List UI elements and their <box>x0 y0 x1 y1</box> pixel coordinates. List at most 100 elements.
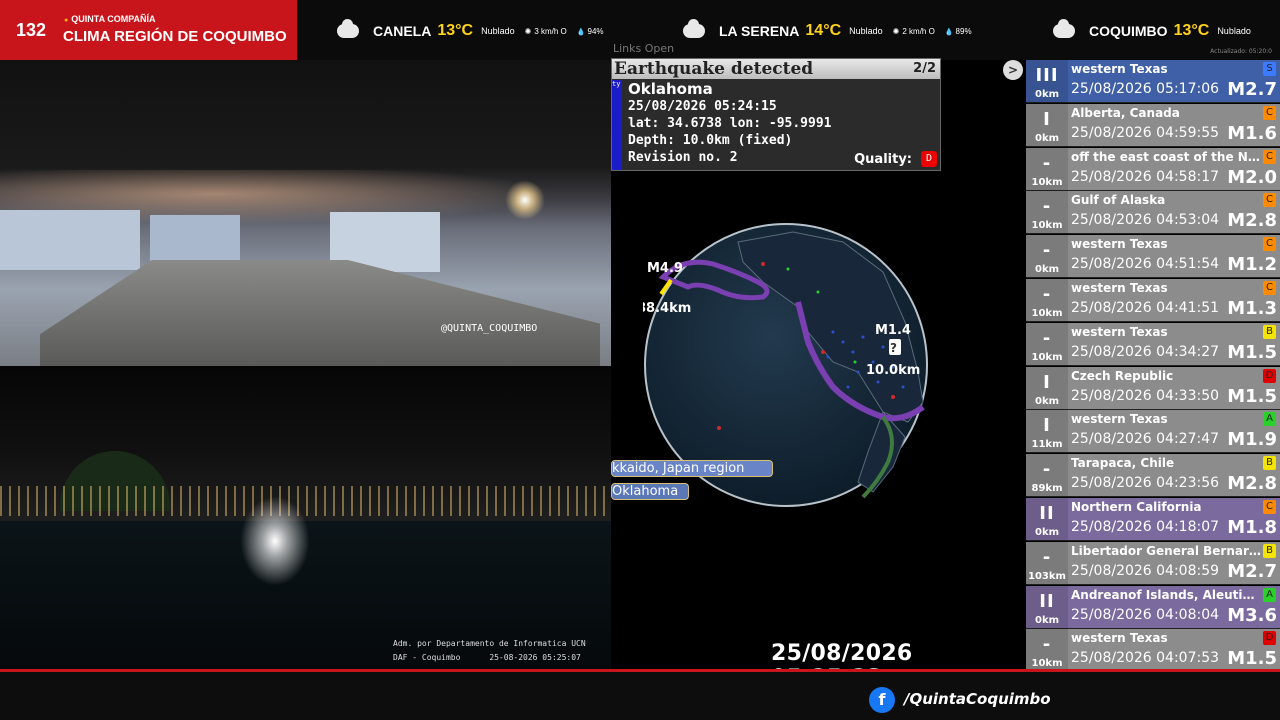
house <box>0 210 140 270</box>
camera-feed-harbor: Adm. por Departamento de Informatica UCN… <box>0 366 611 669</box>
intensity-bars: - <box>1042 152 1052 174</box>
quake-list-item[interactable]: II 0km Northern California 25/08/2026 04:18… <box>1026 498 1280 541</box>
earthquake-map-panel: Links Open Earthquake detected 2/2 ty Ok… <box>611 42 1025 691</box>
quake-magnitude: M1.6 <box>1227 122 1277 144</box>
facebook-icon[interactable]: f <box>869 687 895 713</box>
quake-region: Alberta, Canada <box>1071 105 1180 120</box>
cloud-icon <box>1053 19 1075 38</box>
alert-side-bar: ty <box>612 80 622 170</box>
intensity-bars: - <box>1042 546 1052 568</box>
region-tag-label: Oklahoma <box>612 484 679 499</box>
weather-condition: Nublado <box>849 26 883 36</box>
quake-depth: 103km <box>1028 570 1066 582</box>
intensity-bars: I <box>1043 371 1051 393</box>
alert-datetime: 25/08/2026 05:24:15 <box>628 99 777 114</box>
quality-grade-badge: C <box>1263 193 1276 208</box>
quake-time: 25/08/2026 04:58:17 <box>1071 168 1220 185</box>
label-depth-left: 88.4km <box>643 301 691 316</box>
quality-grade-badge: C <box>1263 149 1276 164</box>
street-lamp <box>505 180 545 220</box>
weather-coquimbo: COQUIMBO 13°C Nublado <box>1053 18 1261 44</box>
quake-list-item[interactable]: - 10km Gulf of Alaska 25/08/2026 04:53:04 M2… <box>1026 191 1280 235</box>
weather-canela: CANELA 13°C Nublado 3 km/h O 94% <box>337 18 634 44</box>
quake-list-item[interactable]: - 103km Libertador General Bernardo O'Higg… <box>1026 541 1280 585</box>
quake-region: Tarapaca, Chile <box>1071 456 1175 471</box>
facebook-handle[interactable]: /QuintaCoquimbo <box>904 690 1051 708</box>
light-glare <box>240 496 310 586</box>
quake-magnitude: M1.3 <box>1227 298 1277 319</box>
next-arrow-icon[interactable]: > <box>1003 60 1023 80</box>
weather-humidity: 94% <box>577 27 604 36</box>
weather-condition: Nublado <box>481 26 515 36</box>
quake-list-item[interactable]: III 0km western Texas 25/08/2026 05:17:06 M2… <box>1026 60 1280 103</box>
quake-region: western Texas <box>1071 62 1168 76</box>
quake-list-item[interactable]: - 0km western Texas 25/08/2026 04:51:54 M1.2… <box>1026 235 1280 279</box>
intensity-bars: - <box>1042 459 1052 481</box>
quake-time: 25/08/2026 04:07:53 <box>1071 650 1220 667</box>
quake-list-item[interactable]: I 11km western Texas 25/08/2026 04:27:47 M1.… <box>1026 410 1280 454</box>
quake-depth: 10km <box>1031 220 1063 232</box>
intensity-bars: - <box>1042 240 1052 262</box>
intensity-bars: I <box>1043 108 1051 130</box>
quake-time: 25/08/2026 04:27:47 <box>1071 431 1220 448</box>
weather-city: COQUIMBO <box>1089 23 1168 39</box>
region-tag-japan[interactable]: kkaido, Japan region <box>611 460 773 477</box>
channel-number: 132 <box>16 20 47 40</box>
quality-grade-badge: A <box>1263 587 1276 602</box>
camera-feed-city: @QUINTA_COQUIMBO <box>0 60 611 366</box>
quake-depth: 10km <box>1031 176 1063 188</box>
quake-list-item[interactable]: - 89km Tarapaca, Chile 25/08/2026 04:23:56 M… <box>1026 454 1280 498</box>
quake-marker-label: ? <box>890 341 897 355</box>
quake-region: off the east coast of the North Island <box>1071 149 1261 164</box>
intensity-column: - 10km <box>1026 147 1068 191</box>
quake-time: 25/08/2026 05:17:06 <box>1071 81 1220 97</box>
weather-temp: 13°C <box>437 22 474 39</box>
quake-magnitude: M2.0 <box>1227 166 1277 188</box>
quake-magnitude: M1.5 <box>1227 648 1277 669</box>
quake-list-item[interactable]: I 0km Alberta, Canada 25/08/2026 04:59:55 M1… <box>1026 103 1280 147</box>
quake-list-item[interactable]: I 0km Czech Republic 25/08/2026 04:33:50 M1.… <box>1026 366 1280 410</box>
quake-depth: 0km <box>1034 132 1060 144</box>
quake-depth: 89km <box>1031 483 1063 495</box>
intensity-column: I 0km <box>1026 103 1068 147</box>
quake-region: western Texas <box>1071 237 1168 252</box>
quake-region: western Texas <box>1071 412 1168 427</box>
quake-magnitude: M1.2 <box>1227 254 1277 276</box>
quake-time: 25/08/2026 04:41:51 <box>1071 300 1220 316</box>
quake-region: Czech Republic <box>1071 368 1174 383</box>
quake-list-item[interactable]: - 10km western Texas 25/08/2026 04:07:53 M1.… <box>1026 629 1280 669</box>
quake-magnitude: M2.7 <box>1227 79 1277 100</box>
weather-city: LA SERENA <box>719 23 800 39</box>
quality-grade-badge: A <box>1263 412 1276 427</box>
quality-grade-badge: D <box>1263 631 1276 646</box>
quality-grade-badge: C <box>1263 237 1276 252</box>
intensity-column: - 0km <box>1026 235 1068 279</box>
quake-magnitude: M1.8 <box>1227 517 1277 538</box>
quake-region: Gulf of Alaska <box>1071 193 1166 208</box>
quake-depth: 10km <box>1031 308 1063 319</box>
quake-list-item[interactable]: - 10km off the east coast of the North Isl… <box>1026 147 1280 191</box>
alert-page: 2/2 <box>913 61 936 76</box>
quake-list-item[interactable]: II 0km Andreanof Islands, Aleutian Is. 25/0… <box>1026 585 1280 629</box>
intensity-column: - 89km <box>1026 454 1068 498</box>
quake-list-item[interactable]: - 10km western Texas 25/08/2026 04:34:27 M1.… <box>1026 322 1280 366</box>
brand-block: 132 QUINTA COMPAÑÍA CLIMA REGIÓN DE COQU… <box>0 0 297 60</box>
alert-body: Oklahoma 25/08/2026 05:24:15 lat: 34.673… <box>628 81 832 166</box>
quake-list-item[interactable]: - 10km western Texas 25/08/2026 04:41:51 M1.… <box>1026 279 1280 322</box>
alert-title: Earthquake detected <box>614 59 814 79</box>
label-m14: M1.4 <box>875 323 911 338</box>
quake-time: 25/08/2026 04:51:54 <box>1071 256 1220 273</box>
camera-credit: Adm. por Departamento de Informatica UCN… <box>393 639 586 662</box>
quake-time: 25/08/2026 04:34:27 <box>1071 343 1220 360</box>
region-tag-oklahoma[interactable]: Oklahoma <box>611 483 689 500</box>
quality-grade-badge: C <box>1263 500 1276 514</box>
quake-magnitude: M1.5 <box>1227 385 1277 407</box>
intensity-column: II 0km <box>1026 585 1068 629</box>
quake-depth: 0km <box>1034 89 1060 100</box>
quake-depth: 0km <box>1034 614 1060 626</box>
intensity-column: - 10km <box>1026 279 1068 322</box>
intensity-bars: - <box>1042 327 1052 349</box>
menu-links[interactable]: Links Open <box>613 42 674 55</box>
quality-grade-badge: B <box>1263 456 1276 471</box>
earthquake-list: I II 0km western Texas 25/08/2026 05:17:06 M2… <box>1026 60 1280 669</box>
